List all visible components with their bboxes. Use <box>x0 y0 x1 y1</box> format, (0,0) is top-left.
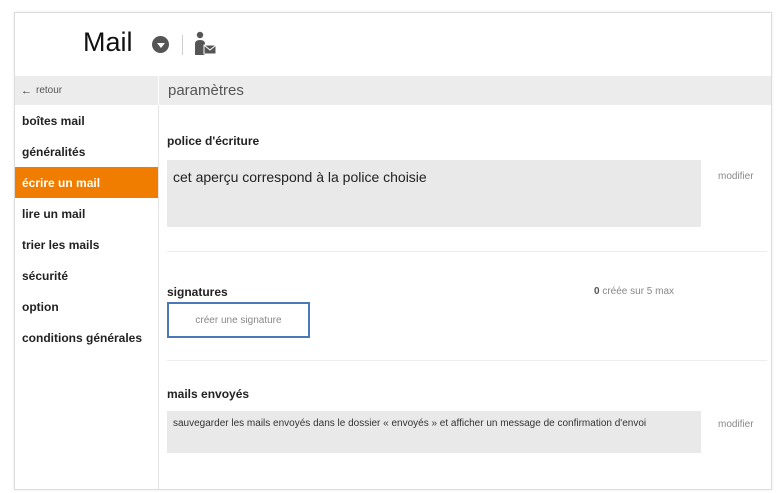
font-preview-box: cet aperçu correspond à la police choisi… <box>167 160 701 227</box>
sent-modify-link[interactable]: modifier <box>718 419 754 430</box>
header: Mail <box>15 13 771 76</box>
section-title: paramètres <box>168 82 244 99</box>
signatures-section-heading: signatures <box>167 285 228 299</box>
settings-content: police d'écriture cet aperçu correspond … <box>167 105 767 489</box>
sidebar-item-conditions-generales[interactable]: conditions générales <box>15 322 158 353</box>
sidebar-item-lire-un-mail[interactable]: lire un mail <box>15 198 158 229</box>
app-title: Mail <box>83 27 133 57</box>
sent-mails-description: sauvegarder les mails envoyés dans le do… <box>167 411 701 453</box>
sidebar-item-ecrire-un-mail[interactable]: écrire un mail <box>15 167 158 198</box>
header-divider <box>182 35 183 55</box>
sidebar-item-generalites[interactable]: généralités <box>15 136 158 167</box>
section-divider <box>167 360 767 361</box>
sidebar-item-option[interactable]: option <box>15 291 158 322</box>
back-label: retour <box>36 85 63 96</box>
font-modify-link[interactable]: modifier <box>718 171 754 182</box>
signature-counter: 0 créée sur 5 max <box>594 286 674 297</box>
settings-sidebar: boîtes mail généralités écrire un mail l… <box>15 105 159 489</box>
person-mail-icon[interactable] <box>193 31 217 57</box>
chevron-down-circle-icon[interactable] <box>152 36 169 53</box>
app-window: Mail ← retour paramètres boîtes mail gén… <box>14 12 772 490</box>
sidebar-item-boites-mail[interactable]: boîtes mail <box>15 105 158 136</box>
arrow-left-icon: ← <box>21 84 32 97</box>
sub-header-bar: ← retour paramètres <box>15 76 771 105</box>
signature-count-number: 0 <box>594 286 600 297</box>
sidebar-item-securite[interactable]: sécurité <box>15 260 158 291</box>
sidebar-item-trier-les-mails[interactable]: trier les mails <box>15 229 158 260</box>
sent-mails-section-heading: mails envoyés <box>167 387 250 401</box>
section-divider <box>167 251 767 252</box>
create-signature-button[interactable]: créer une signature <box>167 302 310 338</box>
signature-count-text: créée sur 5 max <box>602 286 675 297</box>
font-section-heading: police d'écriture <box>167 134 260 148</box>
back-link[interactable]: ← retour <box>21 76 62 105</box>
